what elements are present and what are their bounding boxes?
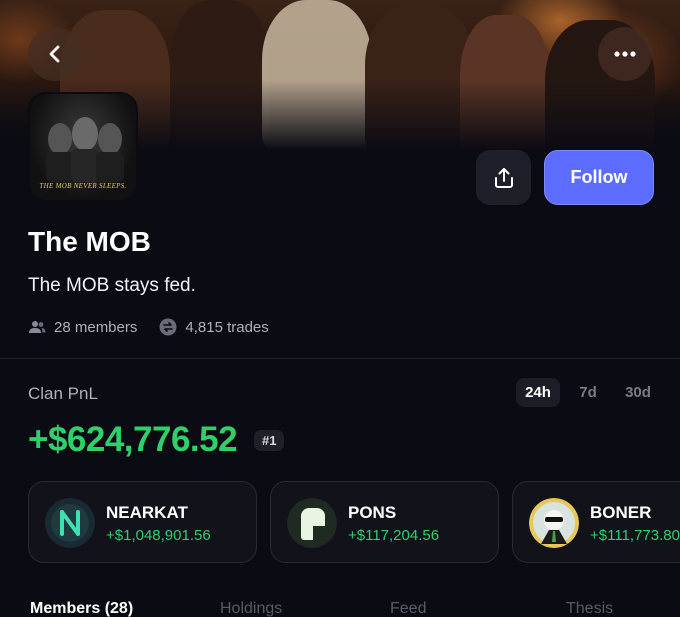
token-name: NEARKAT <box>106 503 188 522</box>
section-divider <box>0 358 680 359</box>
token-card-boner[interactable]: BONER +$111,773.80 <box>512 481 680 563</box>
avatar-tagline: THE MOB NEVER SLEEPS. <box>39 182 127 190</box>
period-24h[interactable]: 24h <box>516 378 560 407</box>
pons-token-icon <box>287 498 337 548</box>
top-tokens-row: NEARKAT +$1,048,901.56 PONS +$117,204.56 <box>28 481 680 563</box>
members-count: 28 members <box>54 318 138 336</box>
members-stat: 28 members <box>28 319 137 336</box>
more-options-button[interactable] <box>598 27 652 81</box>
clan-tabs: Members (28) Holdings Feed Thesis <box>0 600 680 617</box>
period-30d[interactable]: 30d <box>616 378 660 407</box>
tab-members[interactable]: Members (28) <box>30 600 133 617</box>
follow-button[interactable]: Follow <box>544 150 654 205</box>
token-card-pons[interactable]: PONS +$117,204.56 <box>270 481 499 563</box>
token-name: PONS <box>348 503 397 522</box>
boner-token-icon <box>529 498 579 548</box>
clan-description: The MOB stays fed. <box>28 275 196 296</box>
period-selector: 24h 7d 30d <box>516 378 660 407</box>
back-button[interactable] <box>28 27 82 81</box>
users-icon <box>29 321 46 333</box>
trades-stat: 4,815 trades <box>159 318 269 336</box>
token-pnl: +$111,773.80 <box>590 527 680 544</box>
clan-name: The MOB <box>28 226 151 257</box>
rank-badge: #1 <box>254 430 285 451</box>
token-name: BONER <box>590 503 652 522</box>
pnl-label: Clan PnL <box>28 384 98 403</box>
chevron-left-icon <box>49 45 60 63</box>
pnl-value: +$624,776.52 <box>28 420 238 459</box>
clan-stats: 28 members 4,815 trades <box>28 318 283 336</box>
share-icon <box>494 167 513 188</box>
tab-feed[interactable]: Feed <box>390 600 426 617</box>
tab-holdings[interactable]: Holdings <box>220 600 282 617</box>
token-pnl: +$1,048,901.56 <box>106 527 211 544</box>
period-7d[interactable]: 7d <box>566 378 610 407</box>
trades-count: 4,815 trades <box>185 318 269 336</box>
token-pnl: +$117,204.56 <box>348 527 440 544</box>
nearkat-token-icon <box>45 498 95 548</box>
share-button[interactable] <box>476 150 531 205</box>
clan-avatar: THE MOB NEVER SLEEPS. <box>28 92 138 202</box>
more-horizontal-icon <box>614 51 636 57</box>
swap-icon <box>159 318 177 336</box>
tab-thesis[interactable]: Thesis <box>566 600 613 617</box>
token-card-nearkat[interactable]: NEARKAT +$1,048,901.56 <box>28 481 257 563</box>
